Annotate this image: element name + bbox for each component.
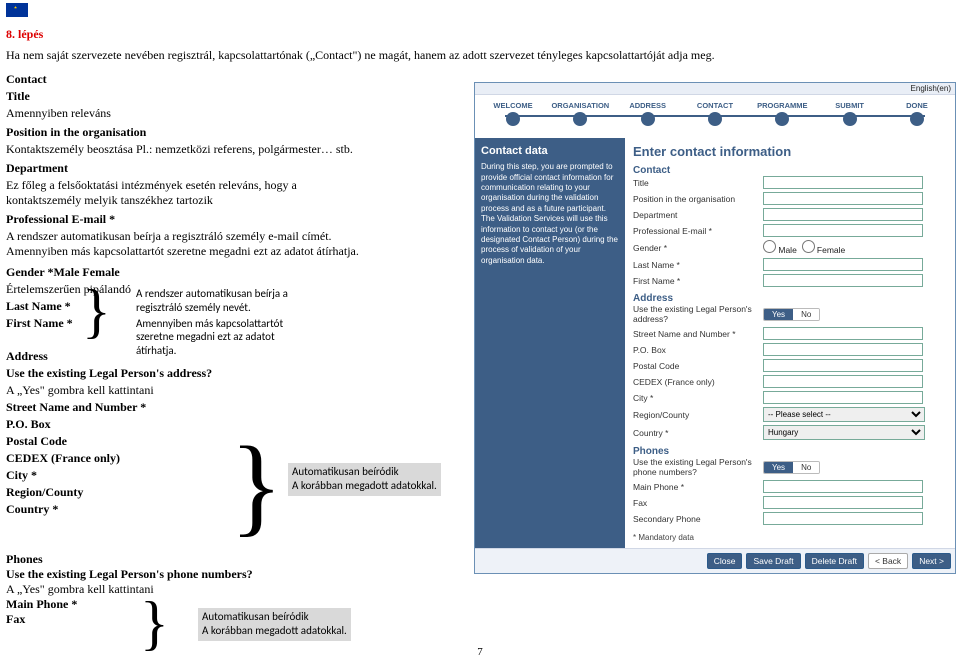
eu-flag-icon bbox=[6, 3, 28, 17]
note-use-addr: A „Yes" gombra kell kattintani bbox=[6, 383, 366, 398]
select-region[interactable]: -- Please select -- bbox=[763, 407, 925, 422]
fl-first: First Name * bbox=[633, 276, 763, 286]
step-programme: PROGRAMME bbox=[757, 101, 807, 110]
fl-cedex: CEDEX (France only) bbox=[633, 377, 763, 387]
brace-icon: } bbox=[82, 281, 111, 341]
label-contact: Contact bbox=[6, 72, 366, 87]
fl-position: Position in the organisation bbox=[633, 194, 763, 204]
input-fax[interactable] bbox=[763, 496, 923, 509]
fl-email: Professional E-mail * bbox=[633, 226, 763, 236]
fl-city: City * bbox=[633, 393, 763, 403]
label-gender: Gender *Male Female bbox=[6, 265, 366, 280]
note-names-2: Amennyiben más kapcsolattartót szeretne … bbox=[136, 317, 306, 358]
note-auto-1: Automatikusan beíródik bbox=[292, 465, 437, 479]
fl-fax: Fax bbox=[633, 498, 763, 508]
input-city[interactable] bbox=[763, 391, 923, 404]
note-title: Amennyiben releváns bbox=[6, 106, 366, 121]
fl-last: Last Name * bbox=[633, 260, 763, 270]
progress-bar: WELCOME ORGANISATION ADDRESS CONTACT PRO… bbox=[475, 95, 955, 138]
section-contact: Contact bbox=[633, 165, 947, 176]
input-email[interactable] bbox=[763, 224, 923, 237]
fl-country: Country * bbox=[633, 428, 763, 438]
step-done: DONE bbox=[906, 101, 928, 110]
label-position: Position in the organisation bbox=[6, 125, 366, 140]
fl-region: Region/County bbox=[633, 410, 763, 420]
input-secondary-phone[interactable] bbox=[763, 512, 923, 525]
select-country[interactable]: Hungary bbox=[763, 425, 925, 440]
input-first-name[interactable] bbox=[763, 274, 923, 287]
fl-use-phones: Use the existing Legal Person's phone nu… bbox=[633, 457, 763, 477]
section-phones: Phones bbox=[633, 446, 947, 457]
input-street[interactable] bbox=[763, 327, 923, 340]
note-auto-2b: A korábban megadott adatokkal. bbox=[202, 624, 347, 638]
fl-postal: Postal Code bbox=[633, 361, 763, 371]
back-button[interactable]: < Back bbox=[868, 553, 908, 569]
opt-male: Male bbox=[778, 245, 796, 255]
input-main-phone[interactable] bbox=[763, 480, 923, 493]
radio-male[interactable] bbox=[763, 240, 776, 253]
note-email: A rendszer automatikusan beírja a regisz… bbox=[6, 229, 366, 259]
step-welcome: WELCOME bbox=[493, 101, 532, 110]
step-organisation: ORGANISATION bbox=[551, 101, 609, 110]
label-title: Title bbox=[6, 89, 366, 104]
opt-female: Female bbox=[817, 245, 845, 255]
step-address: ADDRESS bbox=[629, 101, 666, 110]
fl-main-phone: Main Phone * bbox=[633, 482, 763, 492]
note-auto-1b: Automatikusan beíródik bbox=[202, 610, 347, 624]
main-heading: Enter contact information bbox=[633, 144, 947, 159]
fl-pobox: P.O. Box bbox=[633, 345, 763, 355]
label-email: Professional E-mail * bbox=[6, 212, 366, 227]
note-use-phones: A „Yes" gombra kell kattintani bbox=[6, 582, 366, 597]
radio-female[interactable] bbox=[802, 240, 815, 253]
step-submit: SUBMIT bbox=[835, 101, 864, 110]
label-department: Department bbox=[6, 161, 366, 176]
sidebar-text: During this step, you are prompted to pr… bbox=[481, 162, 619, 266]
input-last-name[interactable] bbox=[763, 258, 923, 271]
fl-title: Title bbox=[633, 178, 763, 188]
save-draft-button[interactable]: Save Draft bbox=[746, 553, 800, 569]
fl-secondary: Secondary Phone bbox=[633, 514, 763, 524]
brace-icon: } bbox=[230, 430, 283, 540]
label-phones: Phones bbox=[6, 552, 366, 567]
input-position[interactable] bbox=[763, 192, 923, 205]
sidebar-title: Contact data bbox=[481, 144, 619, 158]
fl-street: Street Name and Number * bbox=[633, 329, 763, 339]
note-names-1: A rendszer automatikusan beírja a regisz… bbox=[136, 287, 306, 315]
label-use-phones: Use the existing Legal Person's phone nu… bbox=[6, 567, 366, 582]
lang-selector[interactable]: English(en) bbox=[475, 83, 955, 95]
toggle-use-phones[interactable]: YesNo bbox=[763, 461, 820, 474]
next-button[interactable]: Next > bbox=[912, 553, 951, 569]
label-pobox: P.O. Box bbox=[6, 417, 366, 432]
section-address: Address bbox=[633, 293, 947, 304]
input-pobox[interactable] bbox=[763, 343, 923, 356]
input-title[interactable] bbox=[763, 176, 923, 189]
sidebar: Contact data During this step, you are p… bbox=[475, 138, 625, 548]
note-department: Ez főleg a felsőoktatási intézmények ese… bbox=[6, 178, 366, 208]
label-street: Street Name and Number * bbox=[6, 400, 366, 415]
note-position: Kontaktszemély beosztása Pl.: nemzetközi… bbox=[6, 142, 366, 157]
step-title: 8. lépés bbox=[6, 27, 960, 42]
fl-department: Department bbox=[633, 210, 763, 220]
brace-icon: } bbox=[140, 593, 169, 653]
step-contact: CONTACT bbox=[697, 101, 733, 110]
intro-text: Ha nem saját szervezete nevében regisztr… bbox=[6, 48, 960, 63]
toggle-use-addr[interactable]: YesNo bbox=[763, 308, 820, 321]
app-window: English(en) WELCOME ORGANISATION ADDRESS… bbox=[474, 82, 956, 574]
note-auto-2: A korábban megadott adatokkal. bbox=[292, 479, 437, 493]
input-cedex[interactable] bbox=[763, 375, 923, 388]
label-country: Country * bbox=[6, 502, 366, 517]
delete-draft-button[interactable]: Delete Draft bbox=[805, 553, 864, 569]
input-department[interactable] bbox=[763, 208, 923, 221]
page-number: 7 bbox=[0, 646, 960, 658]
label-use-addr: Use the existing Legal Person's address? bbox=[6, 366, 366, 381]
close-button[interactable]: Close bbox=[707, 553, 743, 569]
instructions-column: Contact Title Amennyiben releváns Positi… bbox=[6, 72, 366, 519]
mandatory-note: * Mandatory data bbox=[633, 533, 947, 542]
label-postal: Postal Code bbox=[6, 434, 366, 449]
fl-use-addr: Use the existing Legal Person's address? bbox=[633, 304, 763, 324]
input-postal[interactable] bbox=[763, 359, 923, 372]
fl-gender: Gender * bbox=[633, 243, 763, 253]
